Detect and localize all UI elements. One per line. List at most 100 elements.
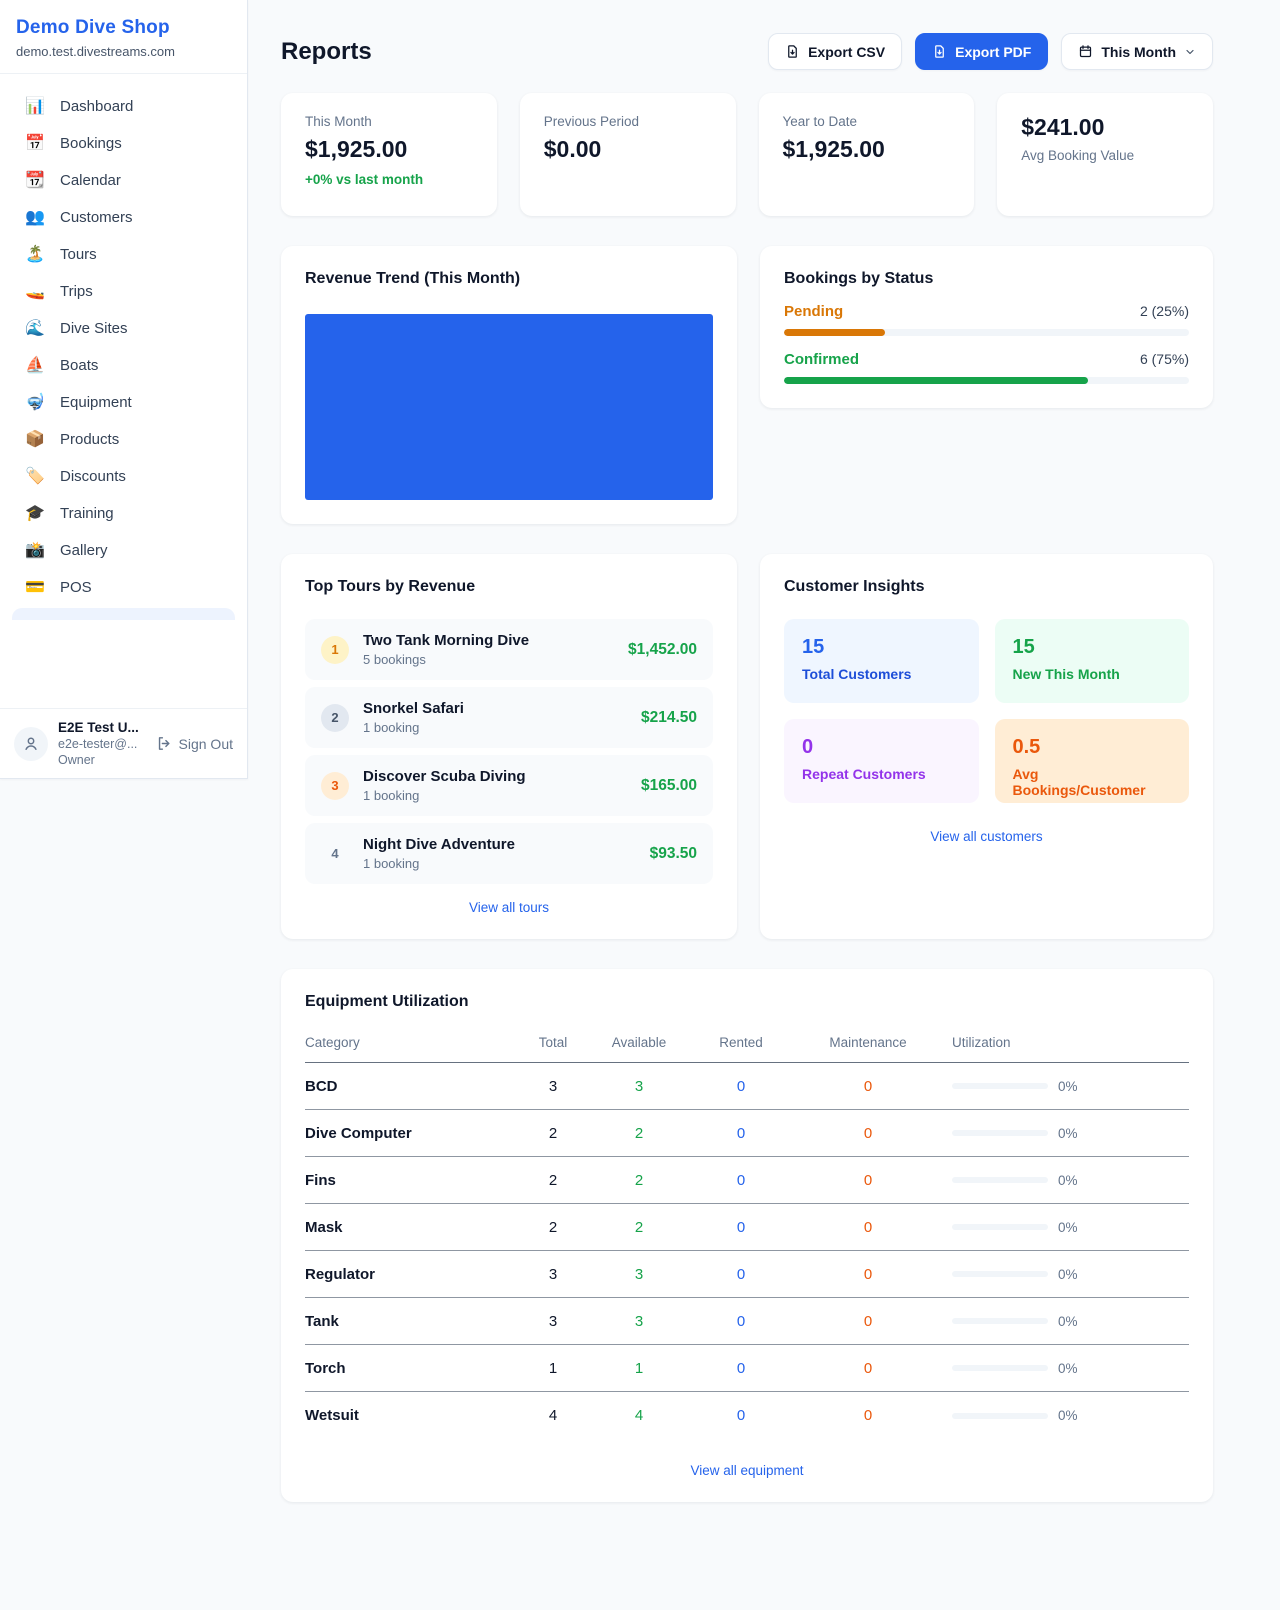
utilization-bar [952, 1083, 1048, 1089]
graduation-cap-icon: 🎓 [24, 506, 46, 522]
file-download-icon [785, 44, 800, 59]
sidebar-item-label: Calendar [60, 172, 121, 189]
sidebar-item-customers[interactable]: 👥Customers [12, 199, 235, 236]
stat-card-year-to-date: Year to Date $1,925.00 [759, 93, 975, 216]
sidebar-item-reports-partial[interactable] [12, 608, 235, 620]
sailboat-icon: ⛵ [24, 358, 46, 374]
sidebar-item-boats[interactable]: ⛵Boats [12, 347, 235, 384]
cell-total: 3 [513, 1313, 593, 1330]
cell-maintenance: 0 [797, 1172, 939, 1189]
cell-total: 3 [513, 1266, 593, 1283]
avatar [14, 727, 48, 761]
tour-row: 4 Night Dive Adventure 1 booking $93.50 [305, 823, 713, 884]
sidebar-item-equipment[interactable]: 🤿Equipment [12, 384, 235, 421]
tour-name: Snorkel Safari [363, 700, 464, 717]
stats-row: This Month $1,925.00 +0% vs last month P… [281, 93, 1213, 216]
utilization-bar [952, 1365, 1048, 1371]
sidebar-item-tours[interactable]: 🏝️ Tours [12, 236, 235, 273]
cell-category: Regulator [305, 1266, 513, 1283]
cell-maintenance: 0 [797, 1125, 939, 1142]
status-row-confirmed: Confirmed 6 (75%) [784, 351, 1189, 384]
utilization-percent: 0% [1058, 1267, 1078, 1282]
wave-icon: 🌊 [24, 321, 46, 337]
utilization-bar [952, 1413, 1048, 1419]
sidebar-item-dive-sites[interactable]: 🌊Dive Sites [12, 310, 235, 347]
sidebar-item-dashboard[interactable]: 📊Dashboard [12, 88, 235, 125]
cell-utilization: 0% [939, 1079, 1189, 1094]
col-total: Total [513, 1035, 593, 1050]
stat-label: Previous Period [544, 114, 712, 129]
cell-rented: 0 [685, 1078, 797, 1095]
utilization-percent: 0% [1058, 1220, 1078, 1235]
utilization-bar [952, 1224, 1048, 1230]
progress-track [784, 377, 1189, 384]
export-csv-button[interactable]: Export CSV [768, 33, 902, 70]
view-all-tours-link[interactable]: View all tours [305, 900, 713, 915]
insight-value: 15 [1013, 636, 1172, 659]
export-pdf-button[interactable]: Export PDF [915, 33, 1048, 70]
sidebar-item-gallery[interactable]: 📸Gallery [12, 532, 235, 569]
sidebar-item-pos[interactable]: 💳POS [12, 569, 235, 606]
diving-mask-icon: 🤿 [24, 395, 46, 411]
revenue-trend-title: Revenue Trend (This Month) [305, 270, 713, 288]
stat-delta: +0% vs last month [305, 172, 473, 187]
calendar-icon [1078, 44, 1093, 59]
insight-value: 15 [802, 636, 961, 659]
table-row: Wetsuit 4 4 0 0 0% [305, 1392, 1189, 1439]
tour-row: 3 Discover Scuba Diving 1 booking $165.0… [305, 755, 713, 816]
sidebar-item-products[interactable]: 📦Products [12, 421, 235, 458]
table-row: Dive Computer 2 2 0 0 0% [305, 1110, 1189, 1157]
stat-card-this-month: This Month $1,925.00 +0% vs last month [281, 93, 497, 216]
cell-maintenance: 0 [797, 1407, 939, 1424]
logout-icon [156, 735, 173, 752]
insight-value: 0.5 [1013, 736, 1172, 759]
credit-card-icon: 💳 [24, 580, 46, 596]
view-all-customers-link[interactable]: View all customers [784, 829, 1189, 844]
island-icon: 🏝️ [24, 247, 46, 263]
cell-rented: 0 [685, 1407, 797, 1424]
sidebar-item-label: Trips [60, 283, 93, 300]
sidebar-item-discounts[interactable]: 🏷️Discounts [12, 458, 235, 495]
calendar-icon: 📅 [24, 136, 46, 152]
sidebar-header: Demo Dive Shop demo.test.divestreams.com [0, 0, 247, 74]
utilization-percent: 0% [1058, 1361, 1078, 1376]
progress-fill [784, 377, 1088, 384]
shop-subdomain: demo.test.divestreams.com [16, 44, 231, 59]
sidebar-item-trips[interactable]: 🚤Trips [12, 273, 235, 310]
stat-value: $241.00 [1021, 114, 1189, 141]
cell-total: 2 [513, 1219, 593, 1236]
cell-category: Torch [305, 1360, 513, 1377]
tour-bookings: 5 bookings [363, 652, 529, 667]
tour-bookings: 1 booking [363, 720, 464, 735]
revenue-trend-chart [305, 314, 713, 500]
cell-category: BCD [305, 1078, 513, 1095]
insight-tile-avg-bookings: 0.5 Avg Bookings/Customer [995, 719, 1190, 803]
status-label: Confirmed [784, 351, 859, 368]
cell-utilization: 0% [939, 1408, 1189, 1423]
tour-revenue: $93.50 [650, 845, 697, 863]
period-dropdown[interactable]: This Month [1061, 33, 1213, 70]
label-tag-icon: 🏷️ [24, 469, 46, 485]
cell-total: 2 [513, 1125, 593, 1142]
sign-out-button[interactable]: Sign Out [156, 735, 233, 752]
status-label: Pending [784, 303, 843, 320]
stat-label: Avg Booking Value [1021, 148, 1189, 163]
cell-available: 2 [593, 1219, 685, 1236]
cell-rented: 0 [685, 1266, 797, 1283]
sidebar-item-calendar[interactable]: 📆Calendar [12, 162, 235, 199]
cell-category: Fins [305, 1172, 513, 1189]
utilization-bar [952, 1177, 1048, 1183]
table-row: Tank 3 3 0 0 0% [305, 1298, 1189, 1345]
sidebar-user-section: E2E Test U... e2e-tester@... Owner Sign … [0, 708, 247, 778]
sidebar-item-bookings[interactable]: 📅Bookings [12, 125, 235, 162]
equipment-utilization-card: Equipment Utilization Category Total Ava… [281, 969, 1213, 1502]
sidebar-item-label: Tours [60, 246, 97, 263]
cell-rented: 0 [685, 1219, 797, 1236]
cell-available: 2 [593, 1172, 685, 1189]
rank-badge: 4 [321, 840, 349, 868]
sidebar-item-training[interactable]: 🎓Training [12, 495, 235, 532]
cell-available: 4 [593, 1407, 685, 1424]
rank-badge: 2 [321, 704, 349, 732]
view-all-equipment-link[interactable]: View all equipment [305, 1463, 1189, 1478]
sidebar-item-label: Gallery [60, 542, 108, 559]
